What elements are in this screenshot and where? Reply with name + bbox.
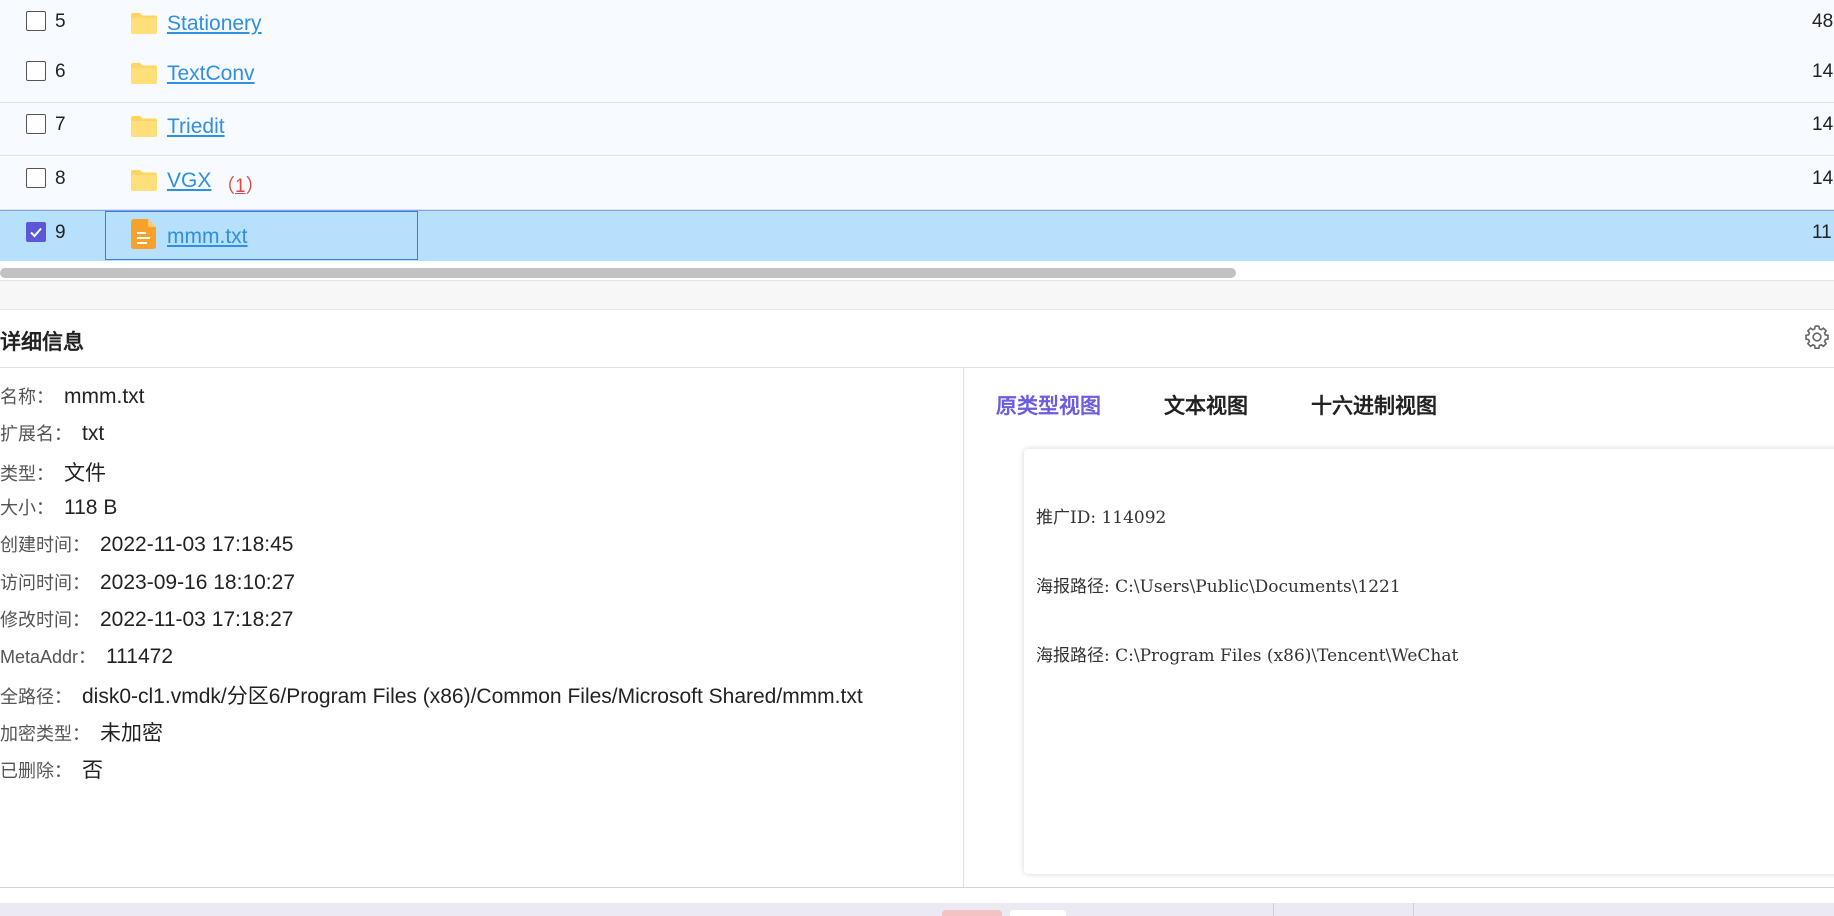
- info-label: 全路径：: [0, 686, 72, 707]
- table-row[interactable]: 8 VGX （1） 14: [0, 157, 1834, 210]
- row-size: 14: [1812, 61, 1834, 82]
- gear-icon[interactable]: [1803, 323, 1831, 351]
- row-index: 7: [55, 114, 66, 135]
- file-name-link[interactable]: Triedit: [167, 115, 225, 139]
- preview-content-box[interactable]: 推广ID: 114092 海报路径: C:\Users\Public\Docum…: [1024, 449, 1834, 874]
- taskbar-separator: [1413, 903, 1414, 916]
- taskbar: [0, 903, 1834, 916]
- info-label: MetaAddr：: [0, 646, 97, 667]
- taskbar-item[interactable]: [1010, 910, 1066, 916]
- info-label: 修改时间：: [0, 609, 90, 630]
- folder-icon: [131, 116, 157, 137]
- taskbar-separator: [1273, 903, 1274, 916]
- row-checkbox[interactable]: [26, 11, 46, 31]
- details-title: 详细信息: [0, 331, 84, 354]
- info-label: 大小：: [0, 498, 54, 519]
- tab-hex-view[interactable]: 十六进制视图: [1311, 390, 1437, 420]
- info-value: 2022-11-03 17:18:45: [100, 533, 294, 557]
- folder-icon: [131, 170, 157, 191]
- info-row: 加密类型： 未加密: [0, 717, 163, 747]
- file-name-link[interactable]: VGX: [167, 169, 211, 193]
- info-row: 创建时间： 2022-11-03 17:18:45: [0, 531, 293, 561]
- folder-icon: [131, 13, 157, 34]
- info-value: 文件: [64, 462, 106, 486]
- row-checkbox[interactable]: [26, 222, 46, 242]
- file-name-link[interactable]: Stationery: [167, 12, 262, 36]
- row-size: 11: [1812, 222, 1832, 243]
- preview-line: 推广ID: 114092: [1036, 508, 1167, 528]
- info-value: txt: [82, 422, 105, 446]
- preview-line: 海报路径: C:\Program Files (x86)\Tencent\WeC…: [1036, 646, 1459, 666]
- row-size: 48: [1812, 11, 1834, 32]
- row-checkbox[interactable]: [26, 61, 46, 81]
- tab-original-view[interactable]: 原类型视图: [996, 390, 1101, 420]
- info-row: 扩展名： txt: [0, 420, 104, 450]
- info-value: disk0-cl1.vmdk/分区6/Program Files (x86)/C…: [82, 684, 863, 708]
- info-row: 全路径： disk0-cl1.vmdk/分区6/Program Files (x8…: [0, 680, 863, 710]
- info-row: 修改时间： 2022-11-03 17:18:27: [0, 606, 293, 636]
- row-index: 8: [55, 168, 66, 189]
- table-row[interactable]: 6 TextConv 14: [0, 50, 1834, 103]
- app-root: 5 Stationery 48 6 TextConv 14 7 Triedit 14 8 VGX （1…: [0, 0, 1834, 916]
- item-count[interactable]: （1）: [216, 171, 265, 198]
- row-index: 5: [55, 11, 66, 32]
- horizontal-scrollbar[interactable]: [0, 264, 1834, 281]
- info-label: 创建时间：: [0, 535, 90, 556]
- preview-line: 海报路径: C:\Users\Public\Documents\1221: [1036, 577, 1401, 597]
- info-label: 类型：: [0, 464, 54, 485]
- info-value: 未加密: [100, 721, 163, 745]
- info-value: mmm.txt: [64, 385, 145, 408]
- info-row: 大小： 118 B: [0, 494, 117, 524]
- row-index: 6: [55, 61, 66, 82]
- file-info-panel: 名称： mmm.txt 扩展名： txt 类型： 文件 大小： 118 B 创建时间： 2022-…: [0, 368, 963, 887]
- info-row: 名称： mmm.txt: [0, 383, 144, 413]
- info-label: 扩展名：: [0, 424, 72, 445]
- details-header: 详细信息: [0, 309, 1834, 368]
- info-value: 118 B: [64, 496, 118, 520]
- preview-text: 推广ID: 114092 海报路径: C:\Users\Public\Docum…: [1036, 461, 1458, 714]
- table-row[interactable]: 7 Triedit 14: [0, 103, 1834, 156]
- info-value: 否: [82, 759, 103, 782]
- taskbar-item[interactable]: [942, 910, 1002, 916]
- info-row: MetaAddr： 111472: [0, 643, 173, 673]
- preview-panel: 原类型视图 文本视图 十六进制视图 推广ID: 114092 海报路径: C:\…: [964, 368, 1834, 887]
- info-value: 2023-09-16 18:10:27: [100, 570, 295, 594]
- bottom-border: [0, 887, 1834, 888]
- info-label: 加密类型：: [0, 723, 90, 744]
- info-row: 已删除： 否: [0, 754, 103, 784]
- info-row: 访问时间： 2023-09-16 18:10:27: [0, 569, 295, 599]
- row-size: 14: [1812, 114, 1834, 135]
- info-row: 类型： 文件: [0, 457, 106, 487]
- tab-text-view[interactable]: 文本视图: [1164, 390, 1248, 420]
- info-label: 访问时间：: [0, 572, 90, 593]
- info-label: 名称：: [0, 387, 54, 407]
- panel-separator: [0, 281, 1834, 309]
- focused-cell: [105, 211, 418, 260]
- scrollbar-thumb[interactable]: [0, 268, 1236, 278]
- row-index: 9: [55, 222, 66, 243]
- file-name-link[interactable]: TextConv: [167, 62, 255, 86]
- info-value: 111472: [106, 644, 174, 668]
- table-row[interactable]: 9 mmm.txt 11: [0, 210, 1834, 261]
- row-checkbox[interactable]: [26, 114, 46, 134]
- table-row[interactable]: 5 Stationery 48: [0, 0, 1834, 53]
- info-label: 已删除：: [0, 761, 72, 781]
- row-size: 14: [1812, 168, 1834, 189]
- folder-icon: [131, 63, 157, 84]
- file-table: 5 Stationery 48 6 TextConv 14 7 Triedit 14 8 VGX （1…: [0, 0, 1834, 261]
- info-value: 2022-11-03 17:18:27: [100, 607, 294, 631]
- row-checkbox[interactable]: [26, 168, 46, 188]
- checkmark-icon: [30, 227, 42, 238]
